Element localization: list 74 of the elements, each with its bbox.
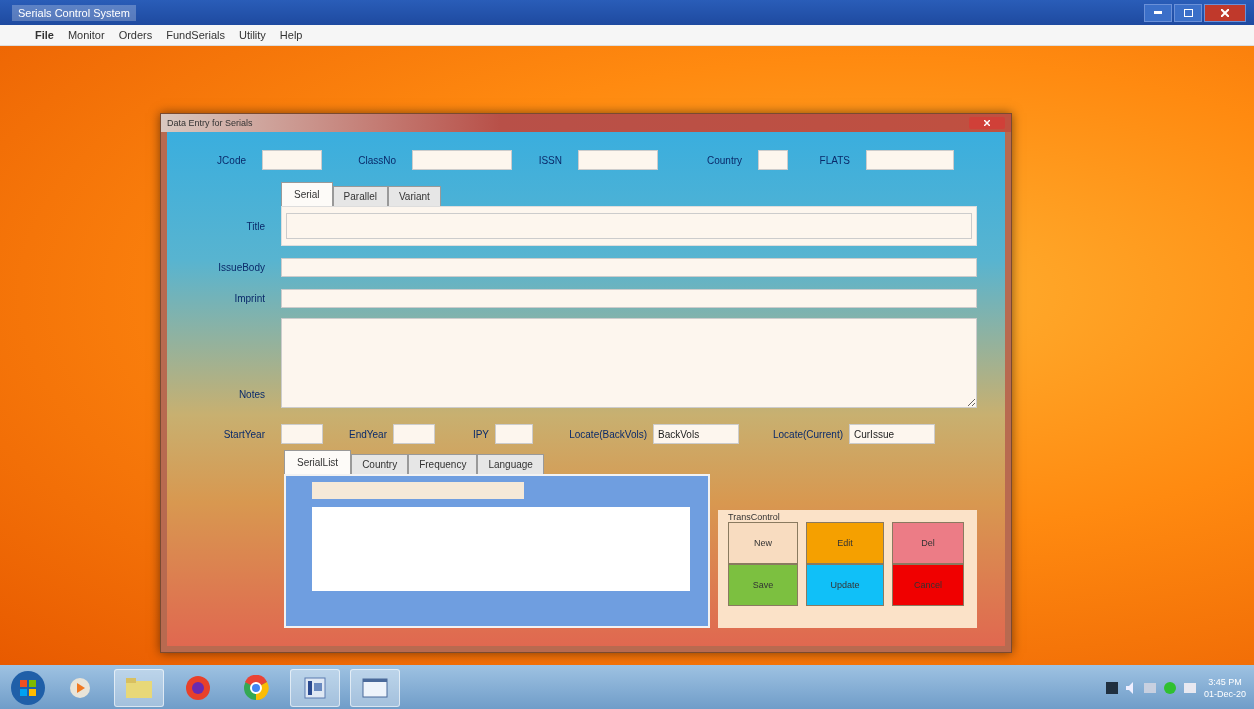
field-label: JCode (216, 154, 247, 166)
folder-icon (125, 676, 153, 699)
field-label: Imprint (234, 293, 266, 304)
text-field[interactable] (281, 289, 977, 308)
menu-item[interactable]: FundSerials (161, 27, 230, 43)
start-orb-icon (10, 669, 46, 706)
clock-time: 3:45 PM (1208, 675, 1242, 688)
menu-item[interactable]: File (30, 27, 59, 43)
menu-item[interactable]: Help (274, 27, 308, 43)
start-button[interactable] (10, 669, 46, 706)
action-button[interactable]: Del (892, 522, 964, 564)
group-title: TransControl (728, 512, 781, 522)
search-field[interactable] (312, 482, 524, 499)
tab[interactable]: SerialList (284, 450, 352, 474)
window-icon (362, 677, 388, 698)
field-label: ClassNo (357, 154, 397, 166)
text-field[interactable] (262, 150, 322, 170)
clock-date: 01-Dec-20 (1203, 687, 1246, 700)
browser-icon (185, 674, 211, 701)
taskbar-button[interactable] (350, 668, 400, 707)
text-field[interactable] (412, 150, 512, 170)
field-label: StartYear (222, 428, 266, 440)
menu-item[interactable]: Monitor (62, 27, 110, 43)
action-button[interactable]: Edit (806, 522, 884, 564)
field-label: Title (246, 220, 266, 232)
tray-icon (1183, 682, 1196, 693)
text-field[interactable] (393, 424, 435, 444)
maximize-button[interactable] (1174, 3, 1202, 22)
play-icon (69, 676, 91, 699)
tab[interactable]: Variant (387, 186, 441, 206)
tab[interactable]: Serial (281, 182, 333, 206)
maximize-icon (1183, 8, 1193, 17)
text-field[interactable] (578, 150, 658, 170)
field-label: Locate(Current) (771, 428, 844, 440)
close-icon (1221, 8, 1229, 17)
menu-item[interactable]: Utility (233, 27, 271, 43)
close-button[interactable] (969, 117, 1005, 129)
field-label: Country (706, 154, 743, 166)
list-box[interactable] (312, 507, 690, 591)
browser-icon (243, 674, 269, 701)
app-window-title: Serials Control System (12, 4, 136, 21)
app-icon (304, 676, 326, 699)
status-icon (1163, 681, 1176, 694)
field-label: ISSN (537, 154, 563, 166)
text-field[interactable] (758, 150, 788, 170)
field-label: Notes (238, 389, 266, 400)
dialog-title: Data Entry for Serials (167, 118, 253, 128)
text-field[interactable] (281, 424, 323, 444)
field-label: IPY (471, 428, 490, 440)
menu-item[interactable]: Orders (113, 27, 158, 43)
text-field[interactable] (286, 213, 972, 239)
action-button[interactable]: Update (806, 564, 884, 606)
close-icon (984, 120, 990, 126)
text-area[interactable] (281, 318, 977, 408)
tab[interactable]: Language (477, 454, 544, 474)
action-button[interactable]: Save (728, 564, 798, 606)
tab[interactable]: Country (351, 454, 409, 474)
text-field[interactable] (495, 424, 533, 444)
field-label: Locate(BackVols) (568, 428, 648, 440)
action-button[interactable]: New (728, 522, 798, 564)
minimize-icon (1154, 11, 1162, 14)
tab[interactable]: Parallel (332, 186, 388, 206)
speaker-icon (1125, 681, 1136, 694)
field-label: IssueBody (218, 262, 266, 273)
text-field[interactable]: CurIssue (849, 424, 935, 444)
field-label: EndYear (348, 428, 388, 440)
text-field[interactable]: BackVols (653, 424, 739, 444)
taskbar-button[interactable] (290, 668, 340, 707)
minimize-button[interactable] (1144, 3, 1172, 22)
tab[interactable]: Frequency (408, 454, 478, 474)
text-field[interactable] (281, 258, 977, 277)
close-button[interactable] (1204, 3, 1246, 22)
text-field[interactable] (866, 150, 954, 170)
field-label: FLATS (818, 154, 851, 166)
